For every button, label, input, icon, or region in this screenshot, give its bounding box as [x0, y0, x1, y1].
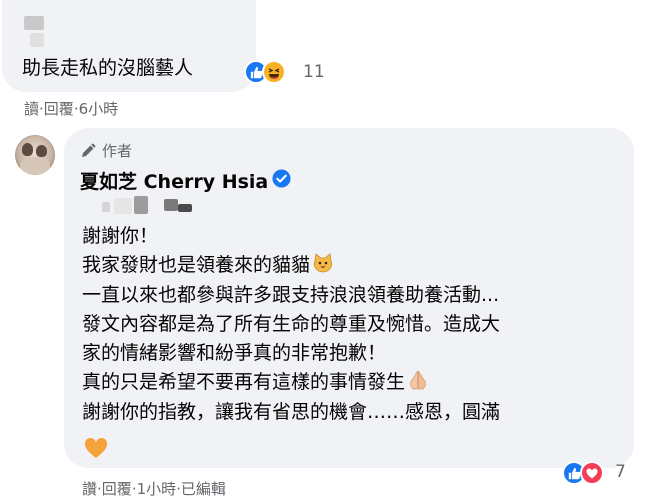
haha-icon [262, 60, 286, 84]
avatar-figure [20, 157, 50, 175]
comment-actions: 讀·回覆·6小時 [24, 98, 118, 119]
blurred-commenter-name [30, 33, 44, 47]
blurred-commenter-name [24, 16, 44, 30]
author-label: 作者 [102, 142, 133, 160]
folded-hands-icon [410, 371, 426, 390]
blurred-mention [102, 202, 110, 212]
reaction-summary[interactable] [244, 60, 286, 84]
verified-badge-icon [272, 169, 291, 188]
comment-line: 我家發財也是領養來的貓貓 [82, 251, 500, 280]
blurred-mention [178, 204, 192, 212]
edited-label: 已編輯 [180, 480, 226, 498]
comment-line: 發文內容都是為了所有生命的尊重及惋惜。造成大 [82, 312, 501, 335]
pencil-icon [82, 143, 96, 157]
blurred-mention [134, 196, 148, 214]
cat-face-icon [313, 253, 333, 273]
orange-heart-icon [84, 437, 108, 458]
avatar-figure [36, 145, 47, 157]
love-icon [580, 461, 604, 485]
reaction-count[interactable]: 11 [303, 62, 325, 82]
reaction-summary[interactable] [562, 461, 604, 485]
author-badge: 作者 [80, 140, 132, 161]
comment-line: 謝謝你的指教，讓我有省思的機會……感恩，圓滿 [82, 400, 501, 423]
comment-text: 助長走私的沒腦藝人 [22, 57, 194, 79]
timestamp[interactable]: 6小時 [79, 100, 119, 118]
comment-line: 家的情緒影響和紛爭真的非常抱歉！ [82, 342, 387, 365]
reaction-count[interactable]: 7 [615, 462, 626, 482]
blurred-mention [114, 198, 132, 214]
comment-line: 真的只是希望不要再有這樣的事情發生 [82, 368, 500, 397]
avatar[interactable] [15, 135, 55, 175]
author-name[interactable]: 夏如芝 Cherry Hsia [80, 167, 268, 194]
comment-line: 一直以來也都參與許多跟支持浪浪領養助養活動... [82, 283, 500, 306]
reply-link[interactable]: 回覆 [44, 100, 74, 118]
blurred-mention [164, 199, 178, 211]
like-link[interactable]: 讚 [82, 480, 97, 498]
avatar-figure [22, 143, 33, 156]
like-link[interactable]: 讀 [24, 100, 39, 118]
comment-body: 謝謝你！ 我家發財也是領養來的貓貓 一直以來也都參與許多跟支持浪浪領養助養活動.… [82, 222, 500, 427]
reply-link[interactable]: 回覆 [102, 480, 132, 498]
comment-line: 謝謝你！ [82, 225, 159, 247]
timestamp[interactable]: 1小時 [137, 480, 177, 498]
